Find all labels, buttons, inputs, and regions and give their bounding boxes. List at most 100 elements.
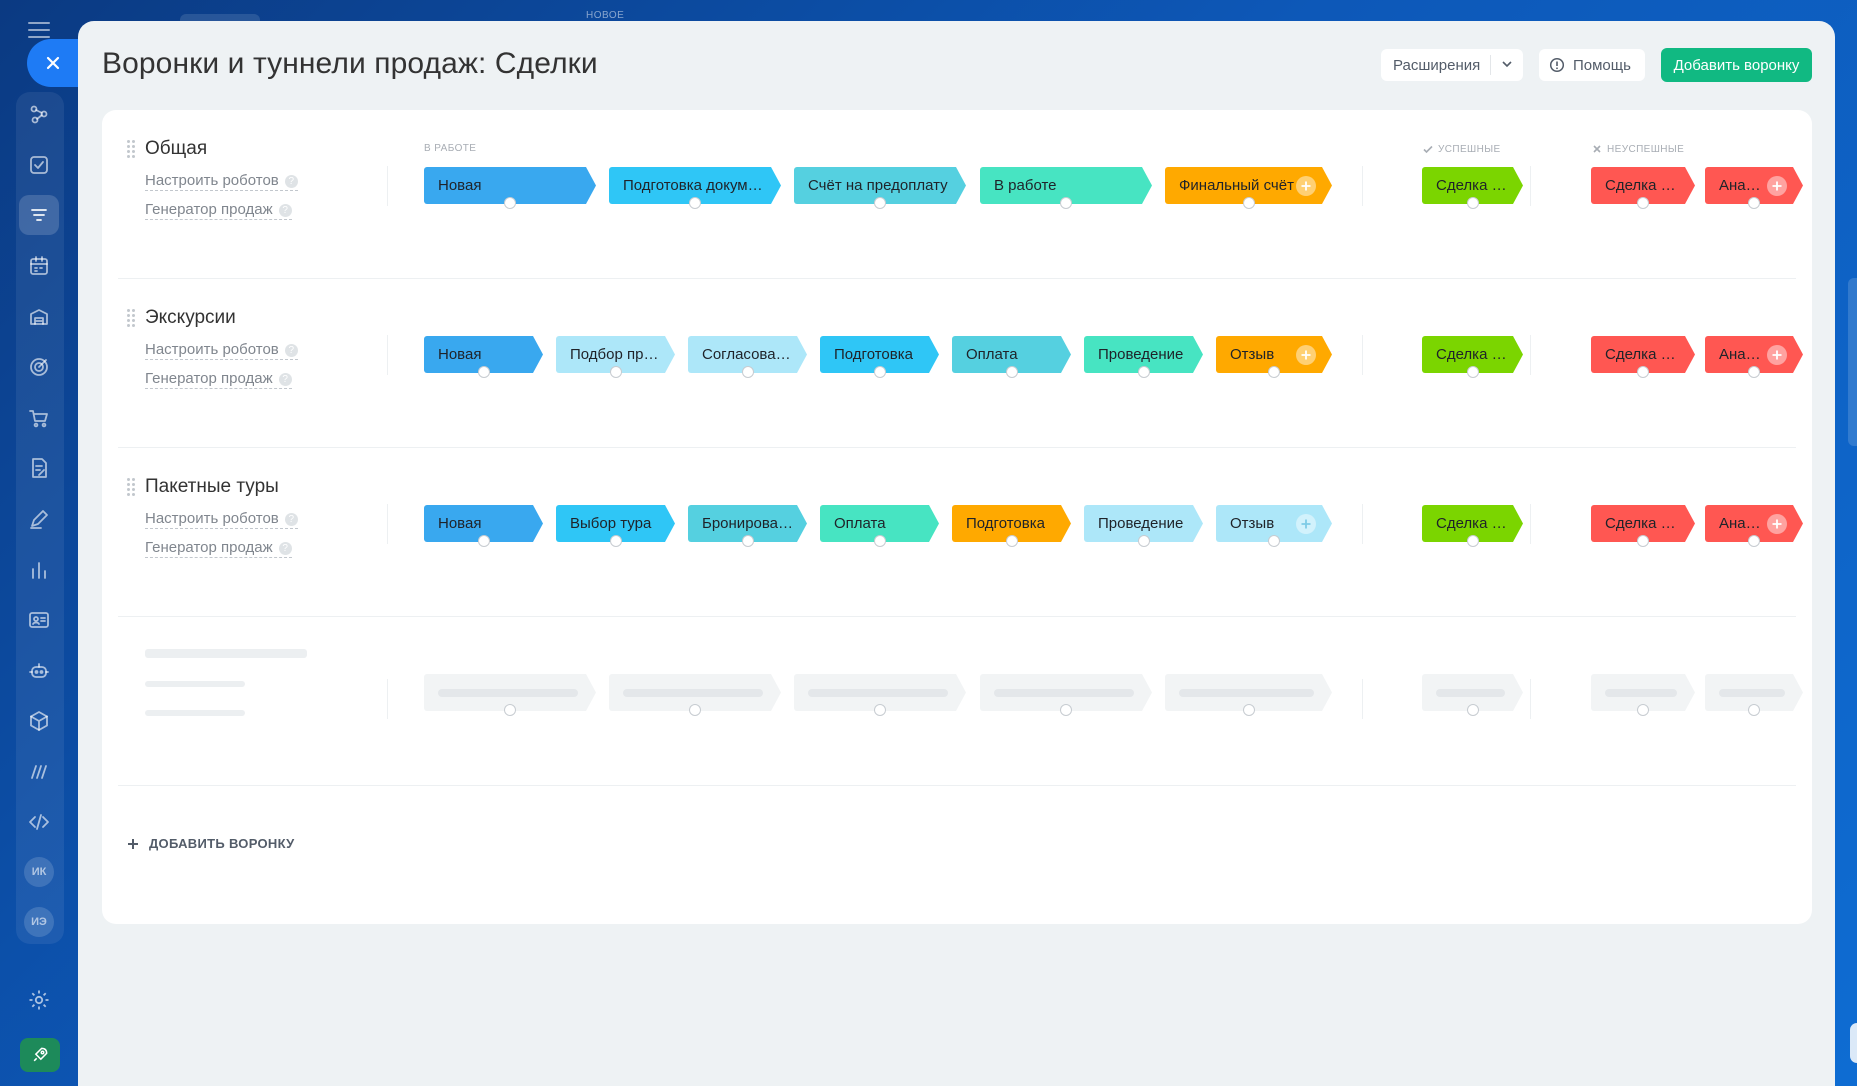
stage[interactable]: Подготовка документов [609,167,781,209]
stage-connector-dot[interactable] [610,366,622,378]
code-icon[interactable] [19,802,59,842]
right-scroll-handle[interactable] [1848,278,1857,446]
drag-handle-icon[interactable] [127,140,135,158]
stage-connector-dot[interactable] [478,535,490,547]
checkbox-task-icon[interactable] [19,145,59,185]
stage-connector-dot[interactable] [742,366,754,378]
add-funnel-link[interactable]: ДОБАВИТЬ ВОРОНКУ [127,836,295,851]
add-funnel-button[interactable]: Добавить воронку [1661,48,1812,82]
stage[interactable]: Сделка провалена [1591,167,1695,209]
stage[interactable]: Анализ причины провала [1705,167,1803,209]
stage-connector-dot[interactable] [1243,197,1255,209]
stage-connector-dot[interactable] [1268,535,1280,547]
help-question-icon[interactable]: ? [284,174,298,188]
funnel-network-icon[interactable] [19,94,59,134]
pen-icon[interactable] [19,499,59,539]
stage-connector-dot[interactable] [1748,535,1760,547]
stage-connector-dot[interactable] [742,535,754,547]
add-stage-plus-icon[interactable] [1767,176,1787,196]
stage-connector-dot[interactable] [1748,366,1760,378]
avatar[interactable]: ИК [24,857,54,887]
robot-icon[interactable] [19,651,59,691]
stage[interactable]: Бронирование [688,505,807,547]
help-question-icon[interactable]: ? [278,203,292,217]
help-button[interactable]: Помощь [1539,49,1645,81]
stage[interactable]: Отзыв [1216,505,1332,547]
rocket-icon[interactable] [20,1038,60,1072]
stage-connector-dot[interactable] [1467,366,1479,378]
stage-connector-dot[interactable] [504,197,516,209]
help-question-icon[interactable]: ? [284,512,298,526]
sales-generator-link[interactable]: Генератор продаж? [145,201,292,220]
stage[interactable]: Финальный счёт [1165,167,1332,209]
stage-connector-dot[interactable] [874,197,886,209]
stage-connector-dot[interactable] [1138,366,1150,378]
bar-chart-icon[interactable] [19,550,59,590]
stage-connector-dot[interactable] [1748,197,1760,209]
stage-connector-dot[interactable] [1006,535,1018,547]
stage-connector-dot[interactable] [874,366,886,378]
stage-connector-dot[interactable] [610,535,622,547]
drag-handle-icon[interactable] [127,309,135,327]
configure-robots-link[interactable]: Настроить роботов? [145,172,298,191]
extensions-dropdown[interactable]: Расширения [1381,49,1523,81]
warehouse-icon[interactable] [19,297,59,337]
stage[interactable]: Подбор программы [556,336,675,378]
funnel-name[interactable]: Пакетные туры [145,476,279,498]
cube-icon[interactable] [19,701,59,741]
target-icon[interactable] [19,347,59,387]
stage[interactable]: Сделка провалена [1591,505,1695,547]
stage[interactable]: Анализ причины провала [1705,505,1803,547]
stage-connector-dot[interactable] [689,197,701,209]
help-question-icon[interactable]: ? [278,372,292,386]
stage[interactable]: Выбор тура [556,505,675,547]
stage-connector-dot[interactable] [1637,535,1649,547]
document-sign-icon[interactable] [19,448,59,488]
cart-icon[interactable] [19,398,59,438]
gear-icon[interactable] [19,980,59,1020]
right-edge-button[interactable] [1850,1023,1857,1063]
market-icon[interactable] [19,752,59,792]
help-question-icon[interactable]: ? [278,541,292,555]
stage[interactable]: Подготовка [820,336,939,378]
stage[interactable]: Оплата [952,336,1071,378]
stage-connector-dot[interactable] [1637,366,1649,378]
stage-connector-dot[interactable] [1637,197,1649,209]
stage[interactable]: Сделка успешна [1422,336,1523,378]
stage[interactable]: В работе [980,167,1152,209]
contact-card-icon[interactable] [19,600,59,640]
stage[interactable]: Проведение [1084,505,1203,547]
add-stage-plus-icon[interactable] [1767,345,1787,365]
close-slider-button[interactable] [27,39,79,87]
avatar[interactable]: ИЭ [24,907,54,937]
funnel-name[interactable]: Экскурсии [145,307,236,329]
stage-connector-dot[interactable] [1467,197,1479,209]
stage-connector-dot[interactable] [1467,535,1479,547]
stage[interactable]: Сделка успешна [1422,167,1523,209]
add-stage-plus-icon[interactable] [1767,514,1787,534]
configure-robots-link[interactable]: Настроить роботов? [145,341,298,360]
stage[interactable]: Отзыв [1216,336,1332,378]
stage-connector-dot[interactable] [1006,366,1018,378]
stage[interactable]: Сделка провалена [1591,336,1695,378]
stage-connector-dot[interactable] [478,366,490,378]
add-stage-plus-icon[interactable] [1296,514,1316,534]
stage-connector-dot[interactable] [1060,197,1072,209]
stage[interactable]: Согласование [688,336,807,378]
stage-connector-dot[interactable] [1268,366,1280,378]
drag-handle-icon[interactable] [127,478,135,496]
configure-robots-link[interactable]: Настроить роботов? [145,510,298,529]
stage[interactable]: Сделка успешна [1422,505,1523,547]
stage[interactable]: Новая [424,167,596,209]
stage[interactable]: Подготовка [952,505,1071,547]
stage[interactable]: Новая [424,336,543,378]
stage-connector-dot[interactable] [874,535,886,547]
stage[interactable]: Анализ причины провала [1705,336,1803,378]
funnel-name[interactable]: Общая [145,138,207,160]
calendar-grid-icon[interactable] [19,246,59,286]
stage[interactable]: Счёт на предоплату [794,167,966,209]
add-stage-plus-icon[interactable] [1296,345,1316,365]
help-question-icon[interactable]: ? [284,343,298,357]
stage[interactable]: Проведение [1084,336,1203,378]
sales-generator-link[interactable]: Генератор продаж? [145,370,292,389]
